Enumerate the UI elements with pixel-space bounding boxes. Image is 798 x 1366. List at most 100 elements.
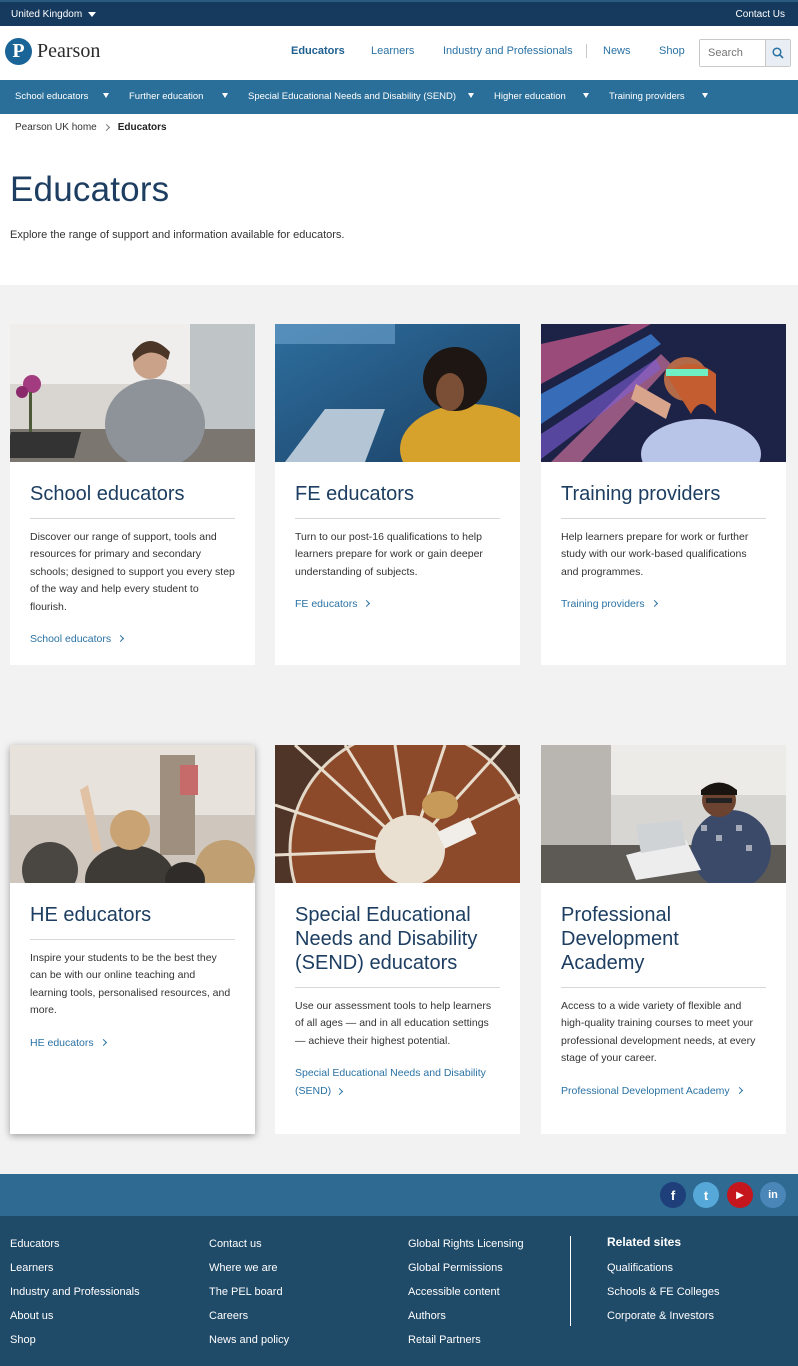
footer-link-careers[interactable]: Careers (209, 1309, 289, 1333)
school-educators-link[interactable]: School educators (30, 630, 235, 648)
footer-link-authors[interactable]: Authors (408, 1309, 524, 1333)
chevron-right-icon (117, 634, 125, 643)
site-header: P Pearson Educators Learners Industry an… (0, 26, 798, 80)
footer-link-contact[interactable]: Contact us (209, 1237, 289, 1261)
card-link-label: School educators (30, 633, 112, 646)
nav-learners[interactable]: Learners (371, 45, 414, 57)
breadcrumb-home-link[interactable]: Pearson UK home (15, 122, 97, 133)
card-pd-academy: Professional Development Academy Access … (541, 745, 786, 1134)
subnav-higher-education[interactable]: Higher education (494, 91, 566, 102)
training-providers-link[interactable]: Training providers (561, 595, 766, 613)
card-description: Turn to our post-16 qualifications to he… (295, 531, 483, 578)
caret-down-icon[interactable] (468, 93, 474, 98)
facebook-icon[interactable]: f (660, 1182, 686, 1208)
footer-link-pel-board[interactable]: The PEL board (209, 1285, 289, 1309)
region-label: United Kingdom (11, 9, 83, 20)
pearson-logo-text: Pearson (37, 40, 101, 62)
nav-educators[interactable]: Educators (291, 45, 345, 57)
breadcrumb: Pearson UK home Educators (15, 122, 167, 133)
linkedin-icon[interactable]: in (760, 1182, 786, 1208)
card-description: Access to a wide variety of flexible and… (561, 1000, 756, 1065)
card-description: Use our assessment tools to help learner… (295, 1000, 492, 1047)
youtube-icon[interactable]: ▶ (727, 1182, 753, 1208)
footer-link-rights-licensing[interactable]: Global Rights Licensing (408, 1237, 524, 1261)
pearson-logo-icon: P (5, 38, 32, 65)
footer-divider (570, 1236, 571, 1326)
subnav-further-education[interactable]: Further education (129, 91, 203, 102)
card-link-label: Training providers (561, 598, 645, 611)
breadcrumb-current: Educators (117, 122, 167, 133)
card-title: Special Educational Needs and Disability… (295, 903, 500, 988)
footer-link-accessible[interactable]: Accessible content (408, 1285, 524, 1309)
footer-column-3: Global Rights Licensing Global Permissio… (408, 1237, 524, 1357)
chevron-right-icon (102, 123, 110, 132)
search-button[interactable] (765, 40, 790, 66)
card-description: Inspire your students to be the best the… (30, 952, 231, 1017)
caret-down-icon[interactable] (702, 93, 708, 98)
card-image-he (10, 745, 255, 883)
region-selector[interactable]: United Kingdom (11, 9, 97, 20)
top-utility-bar: United Kingdom Contact Us (0, 0, 798, 26)
caret-down-icon (88, 12, 97, 17)
card-image-training (541, 324, 786, 462)
card-image-school (10, 324, 255, 462)
page-title: Educators (10, 170, 170, 209)
footer-link-industry[interactable]: Industry and Professionals (10, 1285, 140, 1309)
send-link[interactable]: Special Educational Needs and Disability… (295, 1064, 500, 1100)
footer-link-about[interactable]: About us (10, 1309, 140, 1333)
card-fe-educators: FE educators Turn to our post-16 qualifi… (275, 324, 520, 665)
footer-column-1: Educators Learners Industry and Professi… (10, 1237, 140, 1357)
pearson-logo[interactable]: P Pearson (5, 38, 100, 65)
subnav-school-educators[interactable]: School educators (15, 91, 88, 102)
subnav-send[interactable]: Special Educational Needs and Disability… (248, 91, 456, 102)
footer-link-corporate[interactable]: Corporate & Investors (607, 1309, 720, 1333)
section-subnav: School educators Further education Speci… (0, 80, 798, 114)
footer-link-shop[interactable]: Shop (10, 1333, 140, 1357)
footer-link-permissions[interactable]: Global Permissions (408, 1261, 524, 1285)
card-school-educators: School educators Discover our range of s… (10, 324, 255, 665)
card-link-label: Special Educational Needs and Disability… (295, 1067, 486, 1098)
nav-industry-professionals[interactable]: Industry and Professionals (443, 45, 573, 57)
card-link-label: Professional Development Academy (561, 1084, 730, 1097)
card-image-pda (541, 745, 786, 883)
twitter-icon[interactable]: t (693, 1182, 719, 1208)
he-educators-link[interactable]: HE educators (30, 1034, 235, 1052)
footer-link-schools-fe[interactable]: Schools & FE Colleges (607, 1285, 720, 1309)
subnav-training-providers[interactable]: Training providers (609, 91, 685, 102)
footer-link-qualifications[interactable]: Qualifications (607, 1261, 720, 1285)
card-description: Help learners prepare for work or furthe… (561, 531, 749, 578)
search-input[interactable] (700, 40, 765, 66)
nav-divider (586, 44, 587, 58)
site-footer: Educators Learners Industry and Professi… (0, 1216, 798, 1366)
search-box (699, 39, 791, 67)
fe-educators-link[interactable]: FE educators (295, 595, 500, 613)
card-he-educators: HE educators Inspire your students to be… (10, 745, 255, 1134)
nav-news[interactable]: News (603, 45, 631, 57)
footer-link-where-we-are[interactable]: Where we are (209, 1261, 289, 1285)
chevron-right-icon (650, 600, 658, 608)
card-title: School educators (30, 482, 235, 519)
footer-link-learners[interactable]: Learners (10, 1261, 140, 1285)
card-title: Training providers (561, 482, 766, 519)
page-intro: Explore the range of support and informa… (10, 229, 345, 241)
card-training-providers: Training providers Help learners prepare… (541, 324, 786, 665)
chevron-right-icon (99, 1038, 107, 1046)
card-image-fe (275, 324, 520, 462)
caret-down-icon[interactable] (222, 93, 228, 98)
caret-down-icon[interactable] (583, 93, 589, 98)
footer-link-news-policy[interactable]: News and policy (209, 1333, 289, 1357)
contact-us-link[interactable]: Contact Us (736, 9, 785, 20)
related-sites-heading: Related sites (607, 1235, 682, 1249)
card-link-label: FE educators (295, 598, 358, 611)
card-title: HE educators (30, 903, 235, 940)
chevron-right-icon (735, 1086, 743, 1094)
search-icon (772, 47, 784, 59)
footer-link-retail-partners[interactable]: Retail Partners (408, 1333, 524, 1357)
footer-link-educators[interactable]: Educators (10, 1237, 140, 1261)
pd-academy-link[interactable]: Professional Development Academy (561, 1082, 766, 1100)
nav-shop[interactable]: Shop (659, 45, 685, 57)
card-title: FE educators (295, 482, 500, 519)
footer-column-2: Contact us Where we are The PEL board Ca… (209, 1237, 289, 1357)
caret-down-icon[interactable] (103, 93, 109, 98)
card-send-educators: Special Educational Needs and Disability… (275, 745, 520, 1134)
